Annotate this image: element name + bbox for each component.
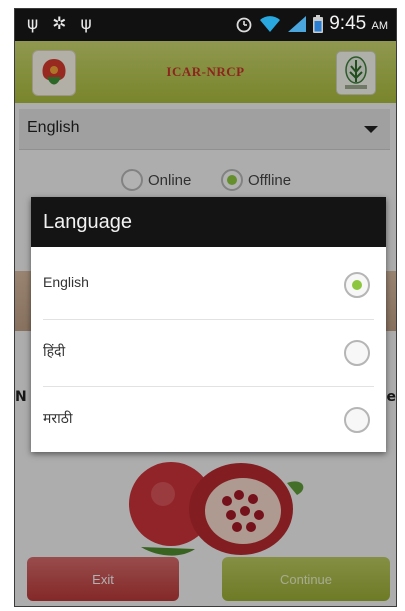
language-option-hindi[interactable]: हिंदी: [31, 320, 386, 386]
battery-icon: [313, 15, 324, 33]
usb-icon: ψ: [27, 14, 39, 34]
notification-icons: ψ ✲ ψ: [27, 14, 92, 34]
clock: 9:45 AM: [329, 13, 388, 35]
signal-icon: [288, 16, 307, 32]
system-icons: 9:45 AM: [235, 13, 388, 35]
dialog-title: Language: [43, 210, 132, 233]
language-option-label: मराठी: [43, 410, 73, 426]
alarm-icon: [236, 17, 252, 33]
language-dialog: Language English हिंदी मराठी: [31, 197, 386, 452]
language-option-marathi[interactable]: मराठी: [31, 387, 386, 453]
status-bar: ψ ✲ ψ 9:45 AM: [15, 9, 396, 41]
language-radio-english[interactable]: [344, 272, 370, 298]
language-radio-marathi[interactable]: [344, 407, 370, 433]
wifi-icon: [260, 16, 281, 32]
usb-icon: ψ: [80, 14, 92, 34]
language-option-label: English: [43, 274, 89, 290]
language-radio-hindi[interactable]: [344, 340, 370, 366]
clock-time: 9:45: [329, 13, 367, 34]
clock-ampm: AM: [371, 20, 389, 32]
debug-icon: ✲: [52, 14, 67, 34]
language-option-english[interactable]: English: [31, 252, 386, 318]
dialog-title-bar: Language: [31, 197, 386, 247]
phone-screen: ψ ✲ ψ 9:45 AM ICAR-NRCP English Online O…: [14, 8, 397, 607]
language-option-label: हिंदी: [43, 343, 66, 359]
